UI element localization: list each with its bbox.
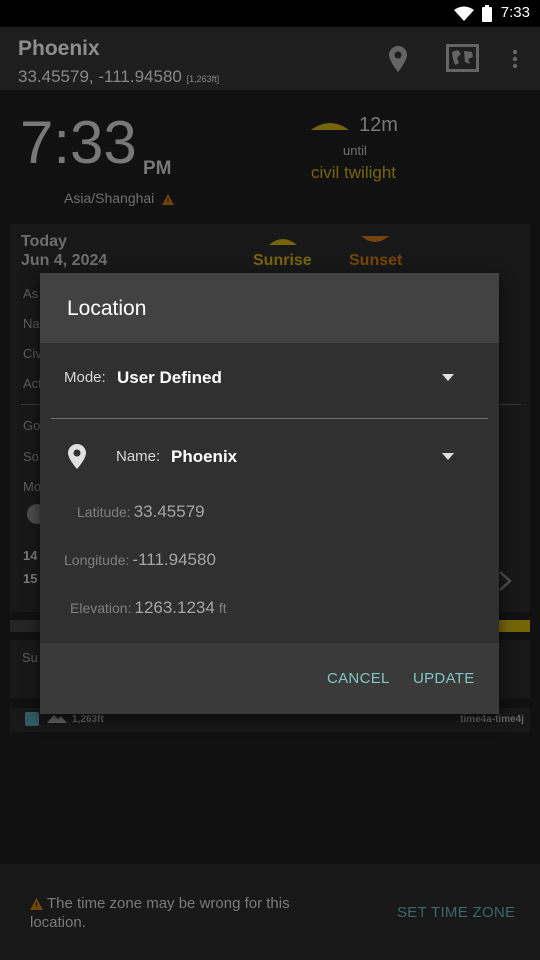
mode-label: Mode: xyxy=(64,369,106,386)
elevation-unit: ft xyxy=(218,600,227,616)
dropdown-arrow-icon[interactable] xyxy=(442,453,454,460)
cancel-button[interactable]: CANCEL xyxy=(327,670,390,687)
screen: 7:33 Phoenix 33.45579, -111.94580 [1,263… xyxy=(0,0,540,960)
location-dialog: Location Mode: User Defined Name: Phoeni… xyxy=(40,273,499,714)
update-button[interactable]: UPDATE xyxy=(413,670,475,687)
longitude-value: -111.94580 xyxy=(132,550,216,569)
location-pin-icon xyxy=(68,444,86,469)
name-label: Name: xyxy=(116,448,161,465)
longitude-field[interactable]: Longitude: -111.94580 xyxy=(64,550,216,570)
battery-icon xyxy=(482,5,492,22)
dialog-actions: CANCEL UPDATE xyxy=(40,643,499,714)
latitude-field[interactable]: Latitude: 33.45579 xyxy=(77,502,205,522)
wifi-icon xyxy=(454,6,474,21)
latitude-label: Latitude: xyxy=(77,504,131,520)
status-time: 7:33 xyxy=(500,4,530,21)
dialog-header: Location xyxy=(40,273,499,343)
name-select[interactable]: Phoenix xyxy=(171,447,237,467)
status-bar: 7:33 xyxy=(0,0,540,27)
dialog-title: Location xyxy=(67,297,147,320)
elevation-field[interactable]: Elevation: 1263.1234 ft xyxy=(70,598,227,618)
mode-select[interactable]: User Defined xyxy=(117,368,222,388)
dropdown-arrow-icon[interactable] xyxy=(442,374,454,381)
elevation-label: Elevation: xyxy=(70,600,132,616)
elevation-value: 1263.1234 xyxy=(134,598,215,617)
longitude-label: Longitude: xyxy=(64,552,130,568)
latitude-value: 33.45579 xyxy=(133,502,205,521)
mode-underline xyxy=(51,418,488,419)
